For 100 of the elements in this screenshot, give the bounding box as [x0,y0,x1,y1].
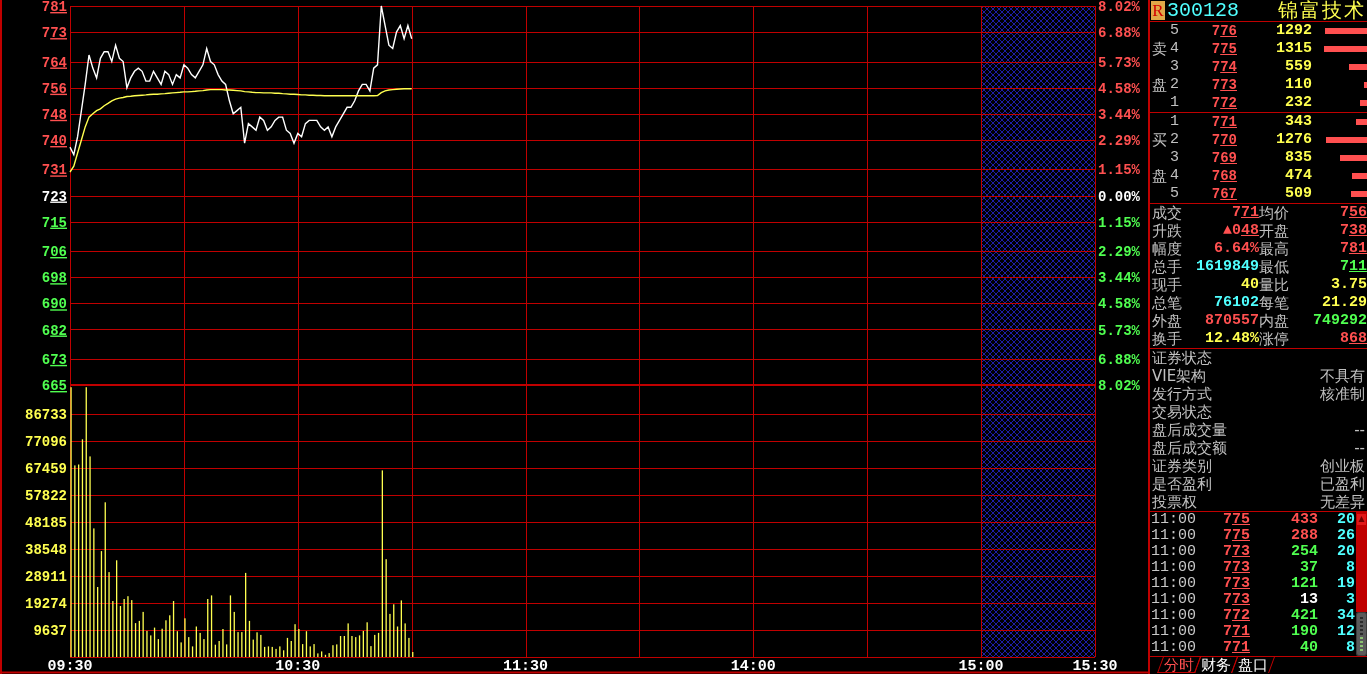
volume-axis-label: 86733 [25,407,67,423]
trade-price: 773 [1221,560,1250,576]
volume-axis-label: 67459 [25,461,67,477]
percent-axis-label: 6.88% [1098,25,1140,42]
book-price: 771 [1210,113,1237,131]
trade-price: 772 [1221,608,1250,624]
info-label: 发行方式 [1152,385,1212,403]
trade-volume: 254 [1290,544,1318,560]
stat-value: 40 [1241,276,1259,294]
info-label: 盘后成交量 [1152,421,1227,439]
side-label: 买盘 [1152,130,1167,187]
level-number: 4 [1170,167,1180,185]
percent-axis-label: 4.58% [1098,80,1140,97]
side-label: 卖盘 [1152,39,1167,96]
stat-value: 868 [1339,330,1367,348]
stat-value: 738 [1339,222,1367,240]
book-volume: 559 [1284,58,1312,76]
level-number: 5 [1170,22,1180,40]
trade-price: 775 [1221,528,1250,544]
price-axis-label: 665 [41,378,67,394]
trade-time: 11:00 [1151,544,1196,560]
volume-axis-label: 77096 [25,434,67,450]
trade-time: 11:00 [1151,560,1196,576]
book-volume: 835 [1284,149,1312,167]
price-axis-label: 698 [41,270,67,287]
volume-axis-label: 19274 [25,596,67,612]
trade-time: 11:00 [1151,592,1196,608]
book-price: 772 [1210,94,1237,112]
trade-price: 775 [1221,512,1250,528]
book-price: 768 [1210,167,1237,185]
stat-value: 781 [1339,240,1367,258]
trade-price: 771 [1221,640,1250,656]
level-number: 5 [1170,185,1180,203]
view-tab[interactable]: 盘口 [1231,657,1275,673]
info-value: -- [1354,421,1365,439]
price-axis-label: 781 [41,0,67,15]
percent-axis-label: 0.00% [1098,188,1140,205]
time-axis-label: 11:30 [503,658,549,674]
trade-count: 34 [1336,608,1355,624]
stat-label: 每笔 [1259,294,1290,312]
info-label: 是否盈利 [1152,475,1212,493]
price-axis-label: 723 [41,188,67,205]
book-volume: 1315 [1275,40,1312,58]
scroll-up-arrow-icon[interactable] [1357,514,1366,525]
volume-axis-label: 9637 [33,623,67,639]
price-axis-label: 764 [41,54,67,71]
stat-value: 711 [1339,258,1367,276]
stat-value: ▲048 [1222,222,1259,240]
trade-count: 8 [1345,640,1355,656]
book-price: 774 [1210,58,1237,76]
stat-label: 现手 [1152,276,1183,294]
price-axis-label: 773 [41,25,67,42]
price-axis-label: 690 [41,296,67,313]
stat-label: 最高 [1259,240,1290,258]
percent-axis-label: 3.44% [1098,270,1140,287]
level-number: 2 [1170,76,1180,94]
percent-axis-label: 1.15% [1098,214,1140,231]
stat-label: 均价 [1259,204,1290,222]
trade-price: 773 [1221,592,1250,608]
info-label: 证券类别 [1152,457,1212,475]
level-number: 1 [1170,94,1180,112]
trade-price: 773 [1221,544,1250,560]
level-number: 2 [1170,131,1180,149]
trade-count: 19 [1336,576,1355,592]
volume-axis-label: 38548 [25,542,67,558]
stock-name: 锦富技术 [1278,0,1367,21]
percent-axis-label: 1.15% [1098,162,1140,179]
stat-value: 76102 [1214,294,1259,312]
time-axis-label: 15:30 [1072,658,1118,674]
level-number: 3 [1170,58,1180,76]
stock-code: 300128 [1167,0,1239,21]
trade-price: 773 [1221,576,1250,592]
trade-volume: 13 [1299,592,1318,608]
stat-label: 升跌 [1152,222,1183,240]
book-volume: 509 [1284,185,1312,203]
percent-axis-label: 6.88% [1098,351,1140,368]
level-number: 3 [1170,149,1180,167]
info-value: -- [1354,439,1365,457]
stat-value: 21.29 [1322,294,1367,312]
book-volume: 110 [1284,76,1312,94]
trade-time: 11:00 [1151,576,1196,592]
stat-value: 870557 [1205,312,1259,330]
stat-value: 756 [1339,204,1367,222]
time-axis-label: 10:30 [275,658,321,674]
book-volume: 343 [1284,113,1312,131]
scroll-thumb[interactable] [1356,612,1367,656]
trade-count: 20 [1336,544,1355,560]
trade-volume: 121 [1290,576,1318,592]
view-tab[interactable]: 财务 [1194,657,1238,673]
trade-count: 26 [1336,528,1355,544]
info-label: 投票权 [1152,493,1197,511]
trade-volume: 37 [1299,560,1318,576]
info-value: 创业板 [1320,457,1365,475]
stat-label: 最低 [1259,258,1290,276]
stat-label: 内盘 [1259,312,1290,330]
stat-label: 开盘 [1259,222,1290,240]
stat-label: 幅度 [1152,240,1183,258]
trade-count: 12 [1336,624,1355,640]
volume-axis-label: 57822 [25,488,67,504]
trade-price: 771 [1221,624,1250,640]
